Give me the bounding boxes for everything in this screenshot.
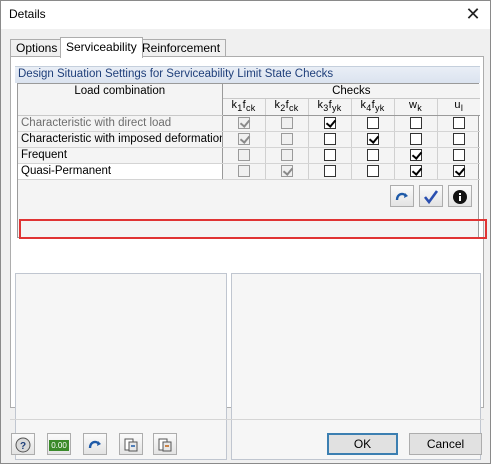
check-checkbox[interactable] [452, 164, 465, 177]
table-row[interactable]: Frequent [18, 147, 481, 164]
tab-serviceability[interactable]: Serviceability [60, 37, 143, 58]
check-cell [222, 115, 266, 132]
help-button[interactable]: ? [11, 433, 35, 455]
check-cell [351, 131, 395, 148]
section-title: Design Situation Settings for Serviceabi… [15, 66, 480, 83]
check-checkbox[interactable] [366, 164, 379, 177]
reset-icon [395, 192, 408, 201]
load-combination-header: Load combination [18, 84, 223, 116]
check-checkbox[interactable] [452, 116, 465, 129]
check-checkbox[interactable] [409, 148, 422, 161]
check-column-header: wk [394, 98, 438, 116]
close-icon[interactable]: ✕ [460, 3, 486, 25]
check-checkbox[interactable] [452, 148, 465, 161]
check-column-header: ul [437, 98, 481, 116]
check-cell [437, 147, 481, 164]
check-checkbox[interactable] [409, 132, 422, 145]
info-icon [453, 190, 467, 204]
check-cell [351, 163, 395, 180]
checks-grid: Load combination Checks k1fck k2fck k3fyk k… [17, 83, 481, 238]
check-checkbox[interactable] [323, 132, 336, 145]
check-cell [265, 131, 309, 148]
check-checkbox [237, 164, 250, 177]
load-combination-name[interactable]: Characteristic with direct load [18, 115, 223, 132]
check-checkbox[interactable] [366, 148, 379, 161]
help-icon: ? [15, 437, 31, 453]
check-cell [437, 131, 481, 148]
check-cell [308, 147, 352, 164]
reset-button[interactable] [390, 185, 414, 207]
footer-reset-button[interactable] [83, 433, 107, 455]
check-checkbox[interactable] [366, 116, 379, 129]
export-button[interactable] [119, 433, 143, 455]
check-button[interactable] [419, 185, 443, 207]
check-cell [394, 115, 438, 132]
check-checkbox [237, 116, 250, 129]
check-checkbox[interactable] [366, 132, 379, 145]
check-checkbox[interactable] [323, 164, 336, 177]
check-cell [351, 115, 395, 132]
table-row[interactable]: Characteristic with imposed deformation [18, 131, 481, 148]
import-button[interactable] [153, 433, 177, 455]
table-row[interactable]: Characteristic with direct load [18, 115, 481, 132]
check-checkbox [237, 132, 250, 145]
check-cell [222, 131, 266, 148]
window-title: Details [9, 7, 46, 21]
tab-reinforcement[interactable]: Reinforcement [136, 39, 227, 57]
check-checkbox[interactable] [323, 116, 336, 129]
tab-options[interactable]: Options [10, 39, 64, 57]
cancel-button[interactable]: Cancel [409, 433, 482, 455]
reset-icon [88, 440, 101, 449]
check-cell [308, 115, 352, 132]
lower-left-pane [15, 273, 227, 460]
check-checkbox[interactable] [409, 116, 422, 129]
details-dialog: Details ✕ Options Serviceability Reinfor… [0, 0, 491, 464]
check-cell [265, 163, 309, 180]
check-cell [437, 115, 481, 132]
load-combination-name[interactable]: Characteristic with imposed deformation [18, 131, 223, 148]
check-cell [308, 163, 352, 180]
load-combination-name[interactable]: Quasi-Permanent [18, 163, 223, 180]
check-column-header: k2fck [265, 98, 309, 116]
check-cell [394, 163, 438, 180]
check-cell [222, 147, 266, 164]
lower-right-pane [231, 273, 481, 460]
check-cell [222, 163, 266, 180]
check-checkbox [280, 116, 293, 129]
check-column-header: k1fck [222, 98, 266, 116]
check-cell [394, 147, 438, 164]
load-combination-name[interactable]: Frequent [18, 147, 223, 164]
footer-separator [10, 419, 484, 420]
check-icon [423, 190, 439, 205]
check-cell [394, 131, 438, 148]
serviceability-panel: Design Situation Settings for Serviceabi… [10, 56, 487, 460]
table-row[interactable]: Quasi-Permanent [18, 163, 481, 180]
ok-button[interactable]: OK [327, 433, 398, 455]
units-button[interactable]: 0.00 [47, 433, 71, 455]
selected-row-highlight [19, 219, 487, 239]
check-checkbox[interactable] [323, 148, 336, 161]
check-cell [265, 115, 309, 132]
import-icon [158, 438, 172, 452]
svg-text:?: ? [20, 441, 26, 452]
check-cell [308, 131, 352, 148]
check-checkbox [280, 132, 293, 145]
units-icon: 0.00 [49, 440, 69, 451]
export-icon [124, 438, 138, 452]
check-cell [437, 163, 481, 180]
title-bar: Details ✕ [1, 1, 490, 29]
checks-header: Checks [222, 84, 481, 99]
check-column-header: k4fyk [351, 98, 395, 116]
info-button[interactable] [448, 185, 472, 207]
check-checkbox[interactable] [452, 132, 465, 145]
check-checkbox [280, 148, 293, 161]
check-checkbox [280, 164, 293, 177]
check-column-header: k3fyk [308, 98, 352, 116]
check-checkbox [237, 148, 250, 161]
check-cell [265, 147, 309, 164]
check-checkbox[interactable] [409, 164, 422, 177]
check-cell [351, 147, 395, 164]
